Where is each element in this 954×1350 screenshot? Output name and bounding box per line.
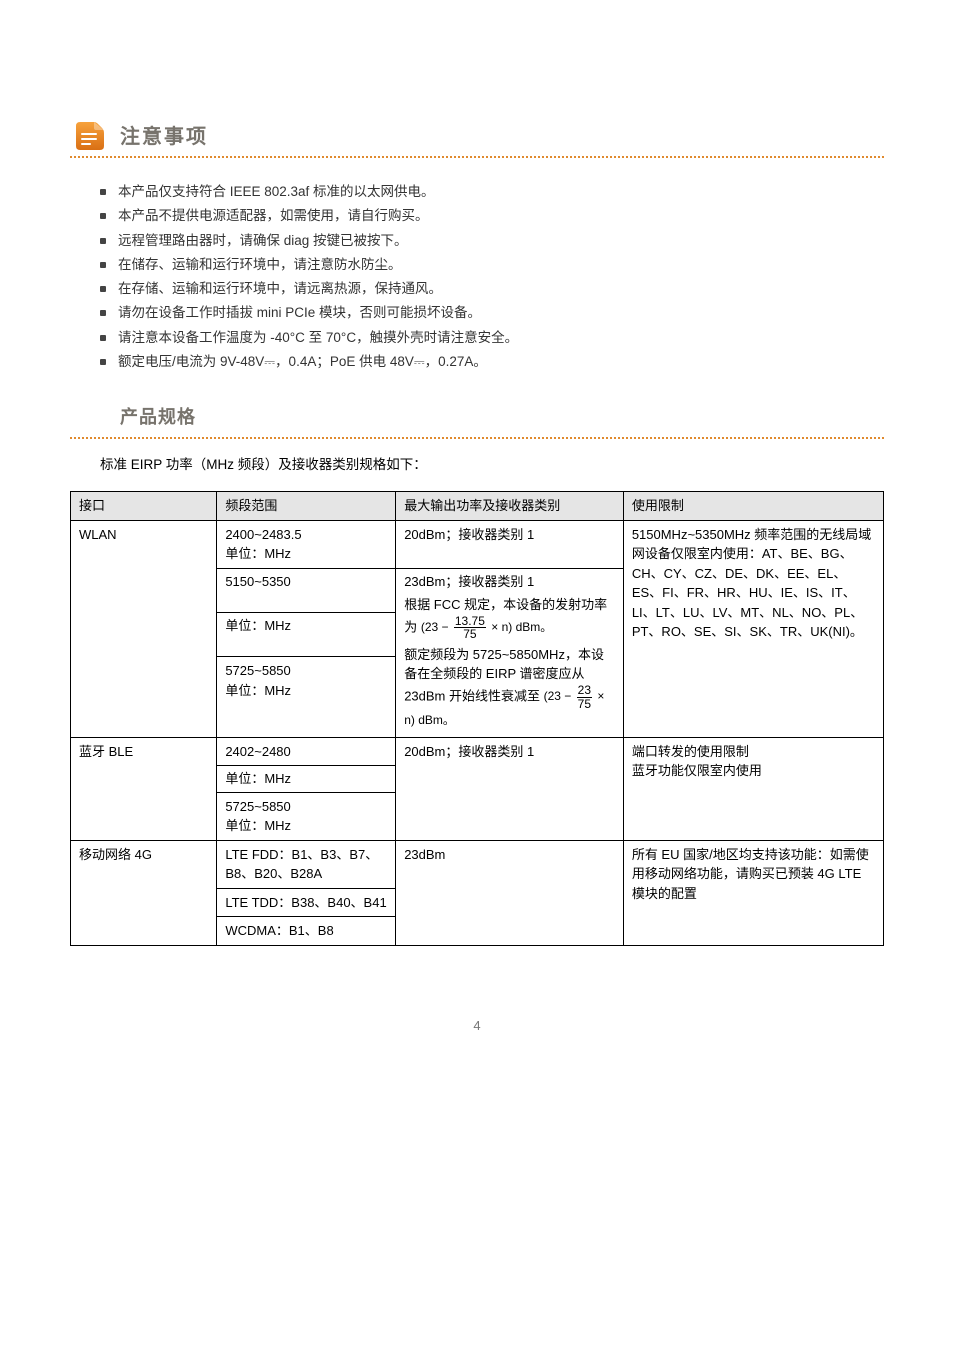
rule — [70, 156, 884, 158]
col-power: 最大输出功率及接收器类别 — [396, 492, 624, 521]
spec-section-head: 产品规格 — [70, 404, 884, 439]
fraction-den: 75 — [454, 628, 486, 641]
note-item: 远程管理路由器时，请确保 diag 按键已被按下。 — [100, 231, 874, 251]
notes-title: 注意事项 — [120, 122, 208, 154]
note-item: 本产品不提供电源适配器，如需使用，请自行购买。 — [100, 206, 874, 226]
power-cell: 20dBm；接收器类别 1 — [396, 520, 624, 568]
spec-title: 产品规格 — [70, 404, 884, 435]
spec-table: 接口 频段范围 最大输出功率及接收器类别 使用限制 WLAN 2400~2483… — [70, 491, 884, 945]
col-interface: 接口 — [71, 492, 217, 521]
band-range: 2402~2480 — [217, 737, 396, 766]
table-row: 蓝牙 BLE 2402~2480 20dBm；接收器类别 1 端口转发的使用限制… — [71, 737, 884, 766]
restrict-line: 蓝牙功能仅限室内使用 — [632, 761, 875, 781]
power-note: 根据 FCC 规定，本设备的发射功率为 (23 − 13.7575 × n) d… — [404, 595, 615, 641]
spec-desc: 标准 EIRP 功率（MHz 频段）及接收器类别规格如下： — [70, 445, 884, 485]
band-range: 5725~5850 — [225, 661, 387, 681]
iface-wlan: WLAN — [71, 520, 217, 737]
page-number: 4 — [70, 1016, 884, 1036]
band-range: 2400~2483.5 — [225, 525, 387, 545]
note-item: 请勿在设备工作时插拔 mini PCIe 模块，否则可能损坏设备。 — [100, 303, 874, 323]
unit-label: 单位：MHz — [225, 544, 387, 564]
band-range: 5150~5350 — [217, 568, 396, 612]
power-cell: 20dBm；接收器类别 1 — [396, 737, 624, 840]
unit-label: 单位：MHz — [225, 816, 387, 836]
power-note: 额定频段为 5725~5850MHz，本设备在全频段的 EIRP 谱密度应从 2… — [404, 645, 615, 730]
band-range: WCDMA：B1、B8 — [217, 917, 396, 946]
power-cell: 23dBm；接收器类别 1 — [404, 572, 615, 592]
iface-4g: 移动网络 4G — [71, 840, 217, 945]
table-header-row: 接口 频段范围 最大输出功率及接收器类别 使用限制 — [71, 492, 884, 521]
restrict-cell: 5150MHz~5350MHz 频率范围的无线局域网设备仅限室内使用：AT、BE… — [623, 520, 883, 737]
iface-ble: 蓝牙 BLE — [71, 737, 217, 840]
fraction-num: 13.75 — [454, 615, 486, 629]
band-range: LTE TDD：B38、B40、B41 — [217, 888, 396, 917]
note-item: 额定电压/电流为 9V-48V⎓，0.4A；PoE 供电 48V⎓，0.27A。 — [100, 352, 874, 372]
fraction-den: 75 — [577, 698, 592, 711]
power-cell: 23dBm — [396, 840, 624, 945]
band-range: 5725~5850 — [225, 797, 387, 817]
unit-label: 单位：MHz — [225, 681, 387, 701]
band-range: LTE FDD：B1、B3、B7、B8、B20、B28A — [217, 840, 396, 888]
notes-section-head: 注意事项 — [70, 118, 884, 158]
col-restrict: 使用限制 — [623, 492, 883, 521]
rule — [70, 437, 884, 439]
fraction-num: 23 — [577, 684, 592, 698]
unit-label: 单位：MHz — [217, 766, 396, 793]
note-item: 在储存、运输和运行环境中，请注意防水防尘。 — [100, 255, 874, 275]
table-row: WLAN 2400~2483.5 单位：MHz 20dBm；接收器类别 1 51… — [71, 520, 884, 568]
note-item: 请注意本设备工作温度为 -40°C 至 70°C，触摸外壳时请注意安全。 — [100, 328, 874, 348]
notes-icon — [70, 118, 110, 154]
table-row: 移动网络 4G LTE FDD：B1、B3、B7、B8、B20、B28A 23d… — [71, 840, 884, 888]
note-item: 在存储、运输和运行环境中，请远离热源，保持通风。 — [100, 279, 874, 299]
restrict-cell: 所有 EU 国家/地区均支持该功能：如需使用移动网络功能，请购买已预装 4G L… — [623, 840, 883, 945]
col-band: 频段范围 — [217, 492, 396, 521]
notes-list: 本产品仅支持符合 IEEE 802.3af 标准的以太网供电。 本产品不提供电源… — [70, 164, 884, 390]
restrict-line: 端口转发的使用限制 — [632, 742, 875, 762]
note-item: 本产品仅支持符合 IEEE 802.3af 标准的以太网供电。 — [100, 182, 874, 202]
unit-label: 单位：MHz — [217, 613, 396, 657]
